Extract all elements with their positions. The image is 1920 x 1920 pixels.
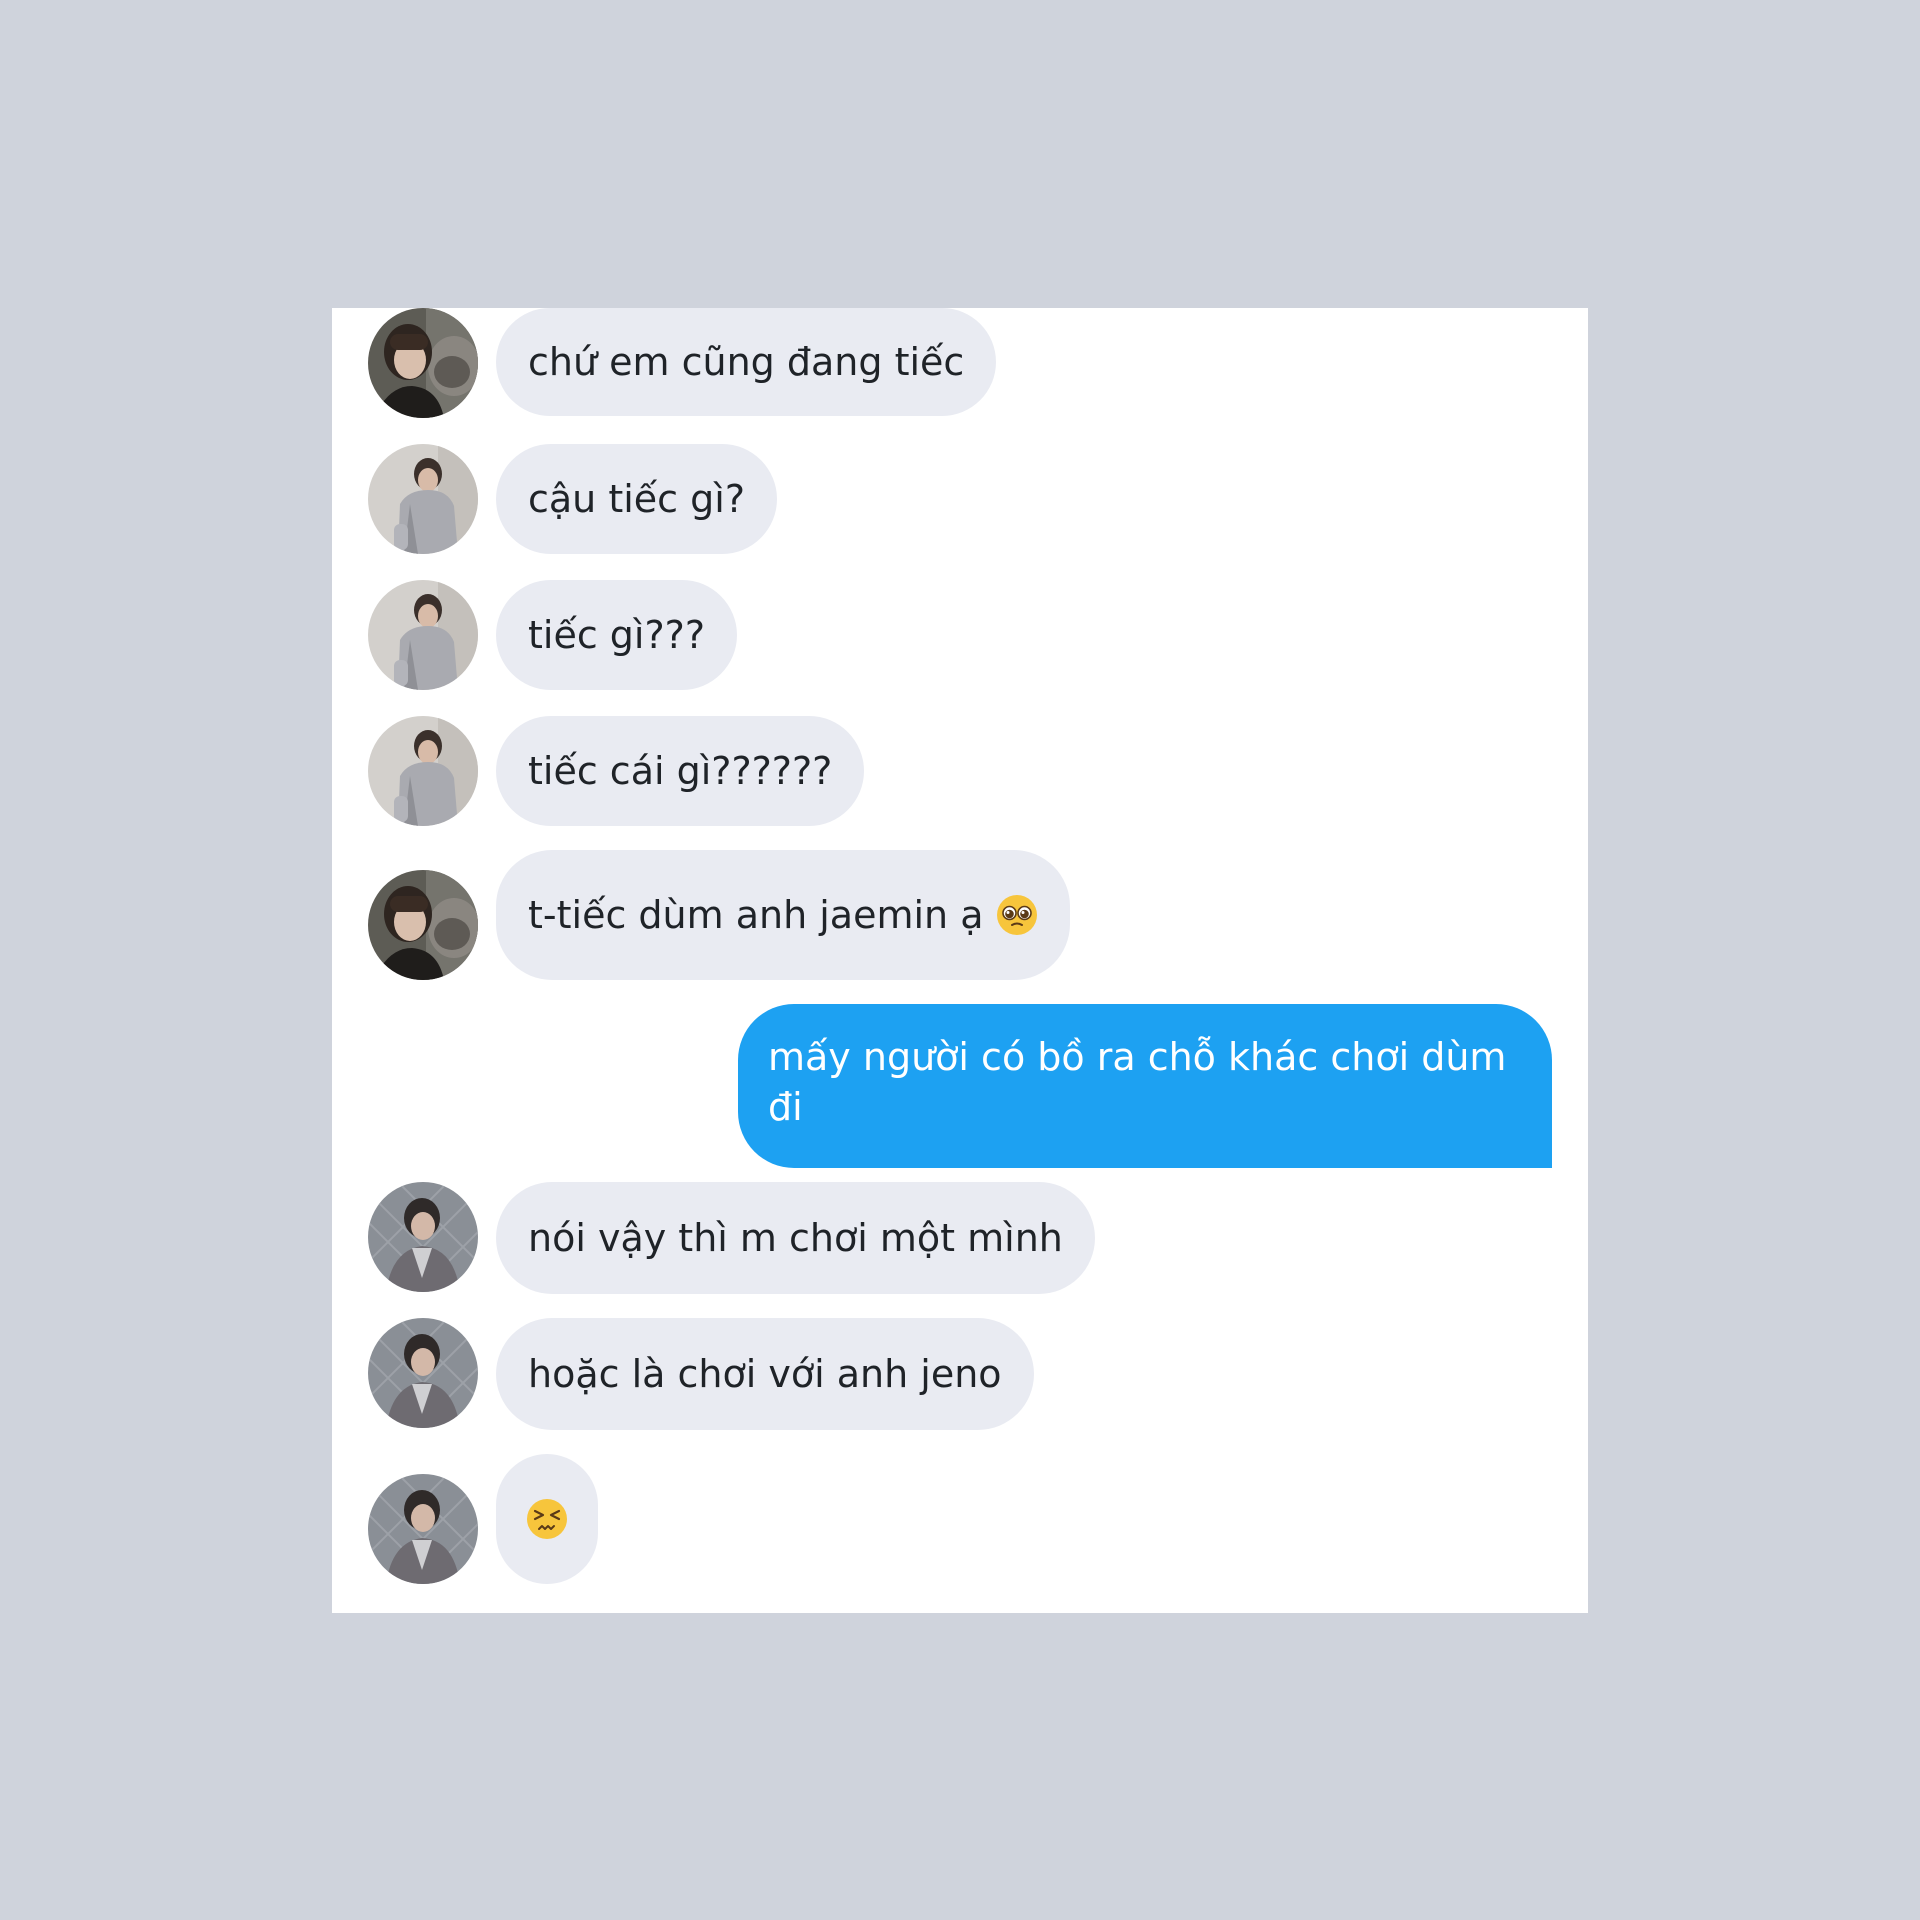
message-row: t-tiếc dùm anh jaemin ạ (332, 850, 1588, 980)
avatar[interactable] (368, 1182, 478, 1292)
message-text: tiếc gì??? (528, 613, 705, 657)
message-row: tiếc cái gì?????? (332, 716, 1588, 826)
message-thread: chứ em cũng đang tiếc cậu tiếc gì? tiếc … (332, 308, 1588, 1613)
message-bubble-incoming[interactable] (496, 1454, 598, 1584)
message-text: nói vậy thì m chơi một mình (528, 1216, 1063, 1260)
message-bubble-incoming[interactable]: nói vậy thì m chơi một mình (496, 1182, 1095, 1294)
message-text: t-tiếc dùm anh jaemin ạ (528, 893, 984, 937)
avatar[interactable] (368, 716, 478, 826)
avatar[interactable] (368, 580, 478, 690)
avatar[interactable] (368, 870, 478, 980)
message-bubble-outgoing[interactable]: mấy người có bồ ra chỗ khác chơi dùm đi (738, 1004, 1552, 1168)
avatar[interactable] (368, 1474, 478, 1584)
avatar[interactable] (368, 444, 478, 554)
persevering-face-icon (526, 1498, 568, 1540)
message-text: chứ em cũng đang tiếc (528, 340, 965, 384)
message-row: hoặc là chơi với anh jeno (332, 1318, 1588, 1430)
message-row: mấy người có bồ ra chỗ khác chơi dùm đi (332, 1004, 1588, 1168)
message-bubble-incoming[interactable]: tiếc cái gì?????? (496, 716, 865, 826)
message-row: nói vậy thì m chơi một mình (332, 1182, 1588, 1294)
message-text: cậu tiếc gì? (528, 477, 745, 521)
message-bubble-incoming[interactable]: hoặc là chơi với anh jeno (496, 1318, 1034, 1430)
message-row: chứ em cũng đang tiếc (332, 308, 1588, 418)
pleading-face-icon (996, 894, 1038, 936)
message-text: mấy người có bồ ra chỗ khác chơi dùm đi (768, 1035, 1507, 1129)
avatar[interactable] (368, 308, 478, 418)
message-row (332, 1454, 1588, 1584)
message-row: cậu tiếc gì? (332, 444, 1588, 554)
message-text: tiếc cái gì?????? (528, 749, 833, 793)
message-bubble-incoming[interactable]: cậu tiếc gì? (496, 444, 777, 554)
message-bubble-incoming[interactable]: t-tiếc dùm anh jaemin ạ (496, 850, 1070, 980)
message-row: tiếc gì??? (332, 580, 1588, 690)
message-text: hoặc là chơi với anh jeno (528, 1352, 1002, 1396)
avatar[interactable] (368, 1318, 478, 1428)
message-bubble-incoming[interactable]: tiếc gì??? (496, 580, 737, 690)
message-bubble-incoming[interactable]: chứ em cũng đang tiếc (496, 308, 997, 416)
